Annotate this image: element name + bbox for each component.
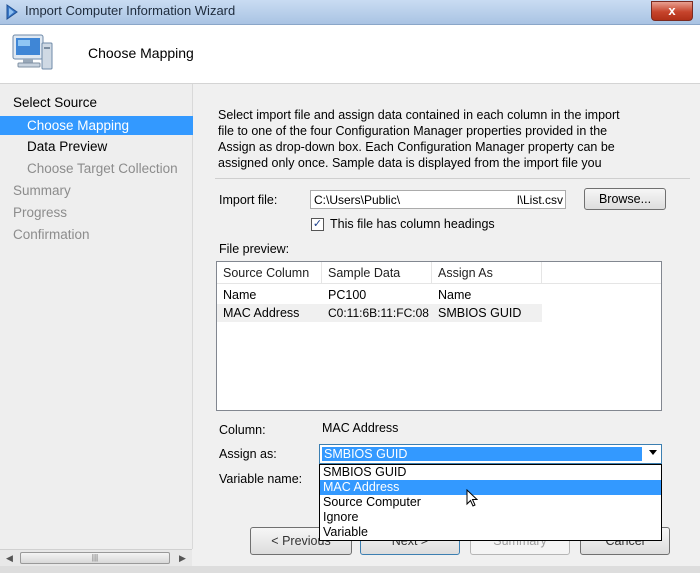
dropdown-option-source-computer[interactable]: Source Computer	[320, 495, 661, 510]
scroll-right-icon[interactable]: ▶	[175, 552, 190, 565]
nav-step-choose-target-collection[interactable]: Choose Target Collection	[27, 161, 178, 176]
scrollbar-thumb[interactable]: |||	[20, 552, 170, 564]
import-file-input[interactable]: C:\Users\Public\ l\List.csv	[310, 190, 566, 209]
table-cell[interactable]: Name	[432, 286, 542, 304]
file-preview-label: File preview:	[219, 242, 290, 256]
window-bottom-edge	[0, 566, 700, 573]
instructions-line-4: assigned only once. Sample data is displ…	[218, 156, 602, 170]
nav-step-data-preview[interactable]: Data Preview	[27, 139, 107, 154]
dropdown-option-variable[interactable]: Variable	[320, 525, 661, 540]
import-file-path-end: l\List.csv	[516, 193, 563, 207]
dropdown-option-ignore[interactable]: Ignore	[320, 510, 661, 525]
computer-icon	[12, 34, 53, 70]
assign-as-label: Assign as:	[219, 447, 277, 461]
close-button[interactable]: x	[651, 1, 693, 21]
dropdown-option-mac-address[interactable]: MAC Address	[320, 480, 661, 495]
column-label: Column:	[219, 423, 266, 437]
variable-name-label: Variable name:	[219, 472, 303, 486]
column-header-sample[interactable]: Sample Data	[322, 262, 432, 284]
instructions-text: Select import file and assign data conta…	[218, 107, 668, 171]
assign-as-dropdown-list[interactable]: SMBIOS GUID MAC Address Source Computer …	[319, 464, 662, 541]
nav-step-confirmation[interactable]: Confirmation	[13, 227, 90, 242]
browse-button[interactable]: Browse...	[584, 188, 666, 210]
title-bar: Import Computer Information Wizard x	[0, 0, 700, 25]
instructions-line-3: Assign as drop-down box. Each Configurat…	[218, 140, 615, 154]
scroll-left-icon[interactable]: ◀	[2, 552, 17, 565]
separator	[215, 178, 690, 179]
assign-as-selected-value: SMBIOS GUID	[322, 447, 642, 461]
wizard-header: Choose Mapping	[0, 25, 700, 84]
column-header-source[interactable]: Source Column	[217, 262, 322, 284]
column-header-assign[interactable]: Assign As	[432, 262, 542, 284]
mouse-cursor-icon	[466, 489, 478, 507]
column-header-filler	[542, 262, 661, 284]
nav-step-choose-mapping[interactable]: Choose Mapping	[0, 116, 206, 135]
table-cell[interactable]: SMBIOS GUID	[432, 304, 542, 322]
dropdown-option-smbios-guid[interactable]: SMBIOS GUID	[320, 465, 661, 480]
import-file-path-start: C:\Users\Public\	[314, 193, 401, 207]
column-headings-checkbox[interactable]: ✓	[311, 218, 324, 231]
instructions-line-2: file to one of the four Configuration Ma…	[218, 124, 608, 138]
file-preview-table[interactable]: Source Column Sample Data Assign As Name…	[216, 261, 662, 411]
nav-horizontal-scrollbar[interactable]: ◀ ||| ▶	[0, 549, 192, 567]
wizard-app-icon	[6, 4, 18, 20]
column-headings-label: This file has column headings	[330, 217, 495, 231]
nav-step-select-source[interactable]: Select Source	[13, 95, 97, 110]
instructions-line-1: Select import file and assign data conta…	[218, 108, 620, 122]
table-cell[interactable]: MAC Address	[217, 304, 322, 322]
table-cell[interactable]: Name	[217, 286, 322, 304]
chevron-down-icon[interactable]	[649, 450, 657, 455]
page-title: Choose Mapping	[88, 45, 194, 61]
table-cell[interactable]: PC100	[322, 286, 432, 304]
nav-step-summary[interactable]: Summary	[13, 183, 71, 198]
assign-as-combobox[interactable]: SMBIOS GUID	[319, 444, 662, 464]
window-title: Import Computer Information Wizard	[25, 3, 236, 18]
column-value: MAC Address	[319, 418, 662, 438]
nav-step-progress[interactable]: Progress	[13, 205, 67, 220]
import-file-label: Import file:	[219, 193, 278, 207]
wizard-steps-nav: Select Source Choose Mapping Data Previe…	[0, 84, 206, 549]
table-cell[interactable]: C0:11:6B:11:FC:08	[322, 304, 432, 322]
